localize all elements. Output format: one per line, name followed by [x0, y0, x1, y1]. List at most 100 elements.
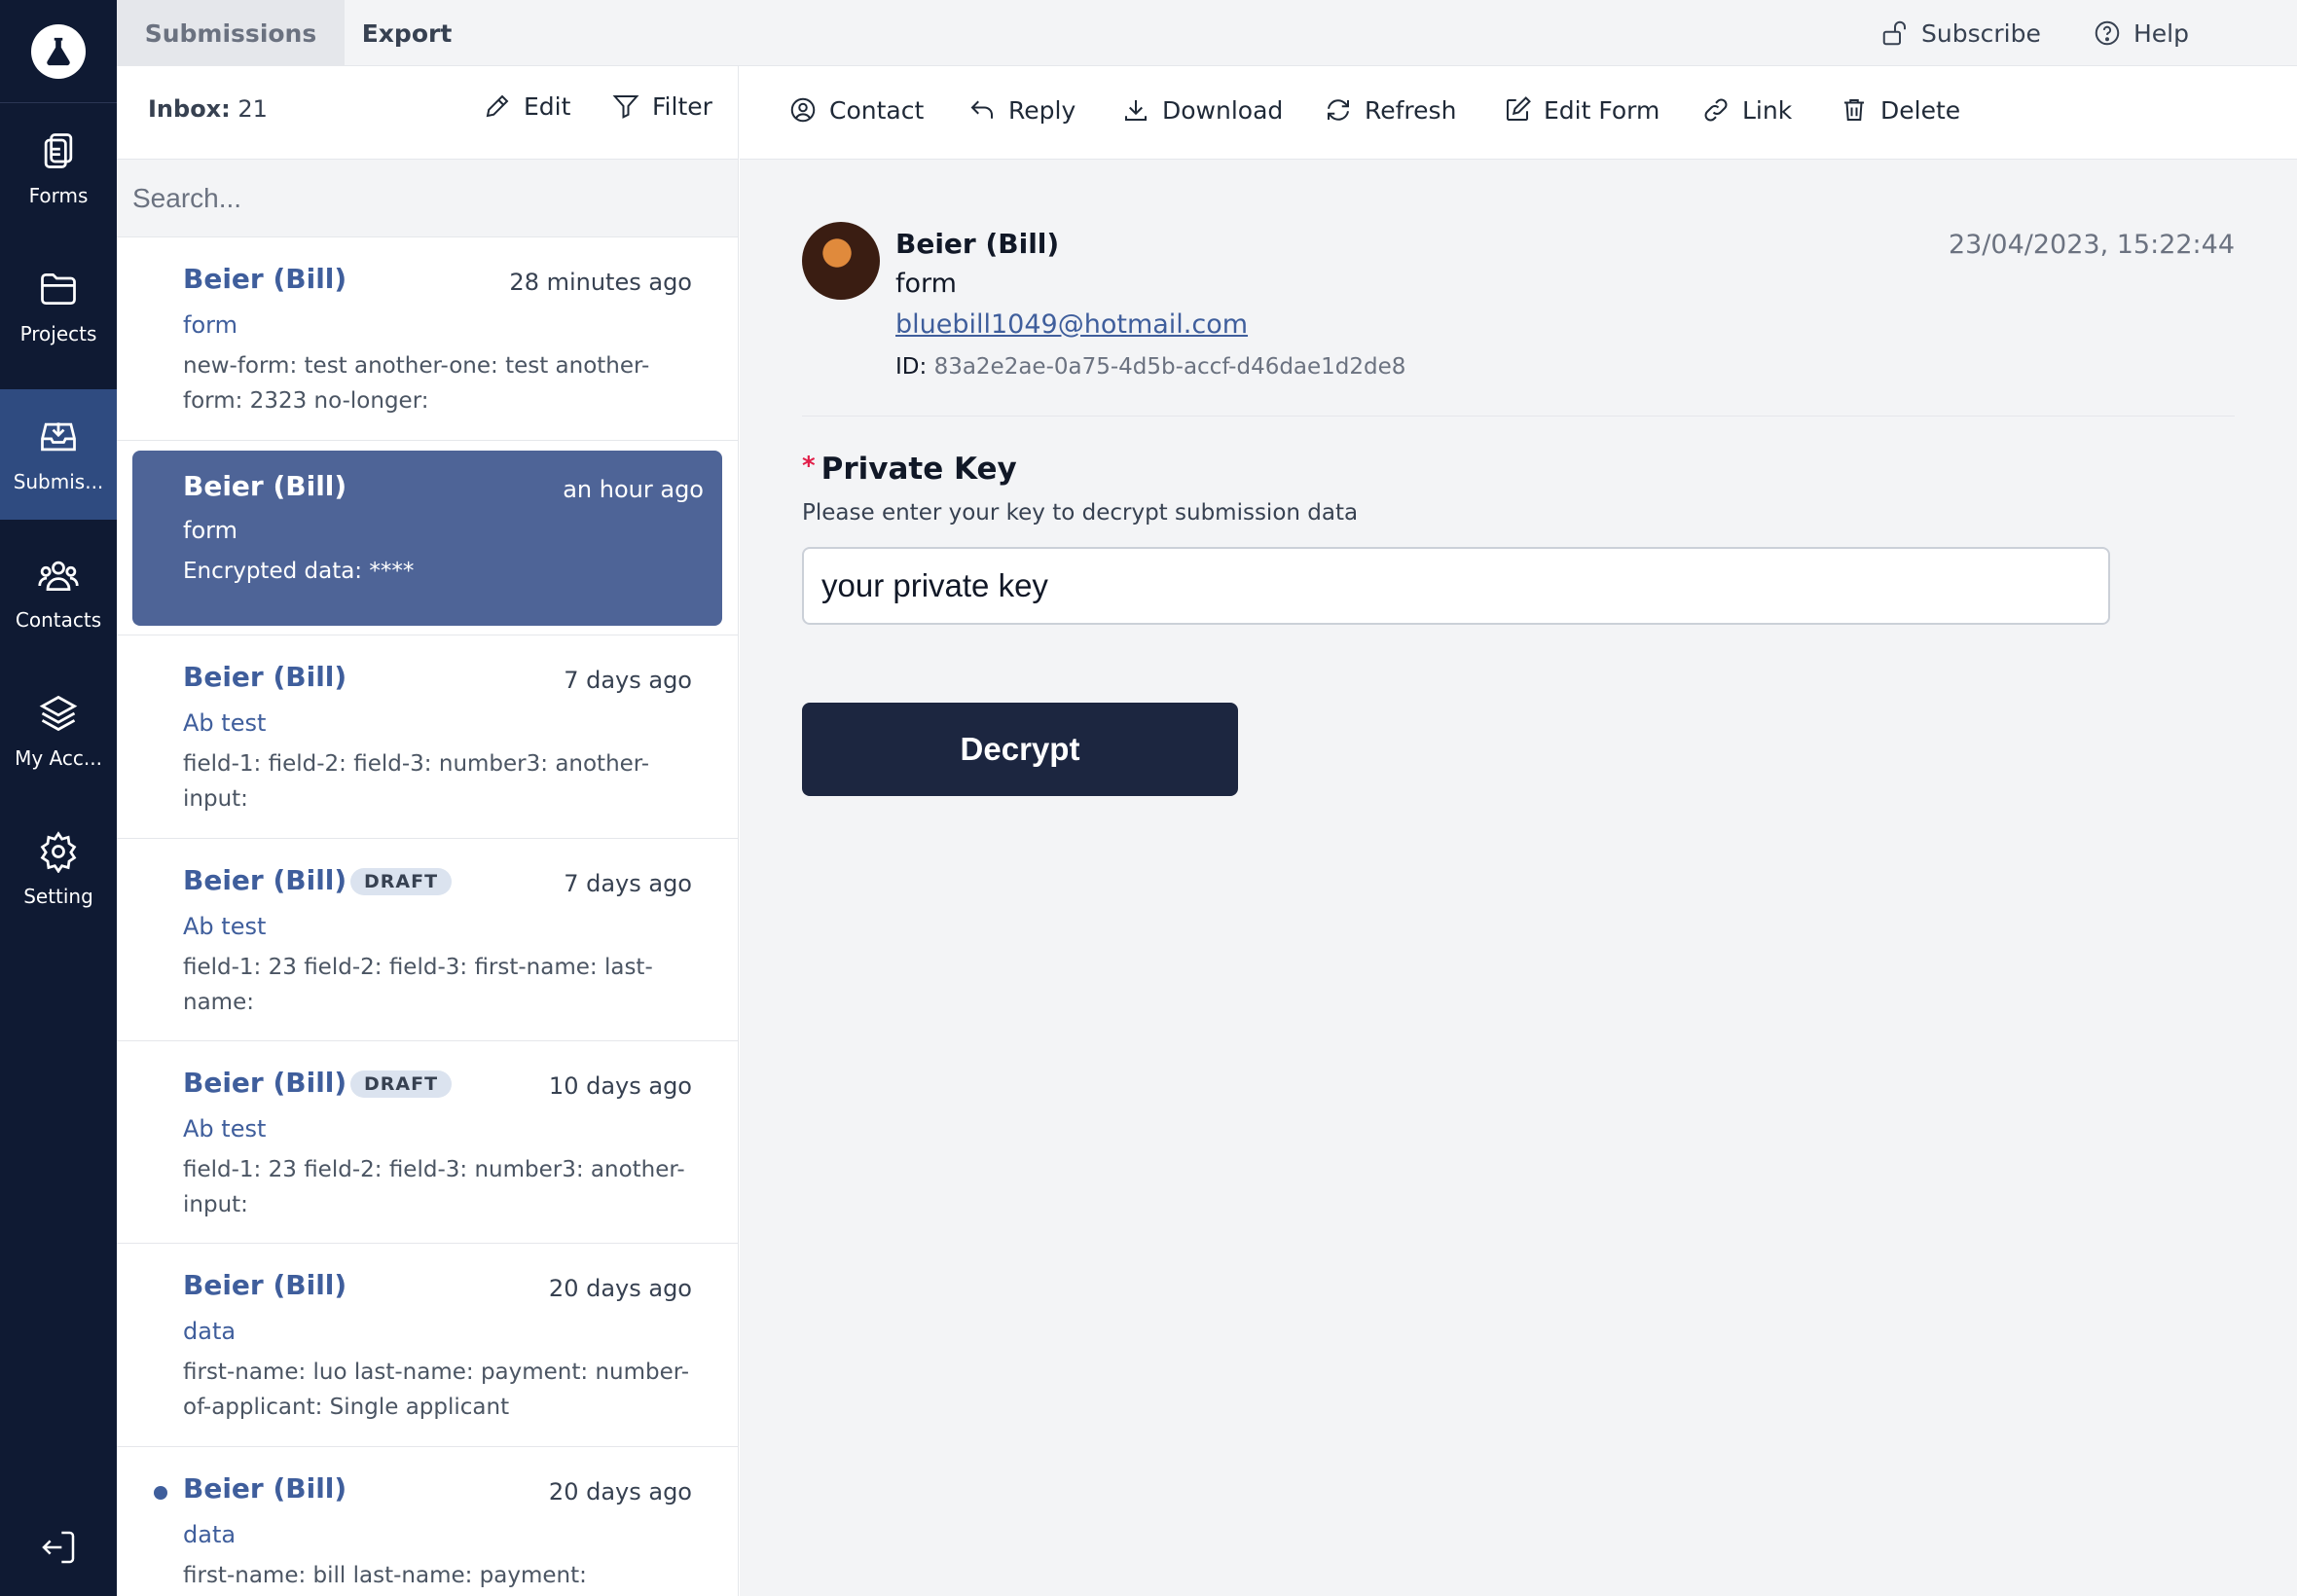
list-item[interactable]: Beier (Bill) 28 minutes ago form new-for… — [117, 237, 738, 441]
delete-button[interactable]: Delete — [1840, 95, 1960, 125]
edit-form-button[interactable]: Edit Form — [1503, 95, 1659, 125]
edit-label: Edit — [524, 91, 571, 121]
item-name: Beier (Bill) — [183, 1067, 347, 1099]
nav-projects[interactable]: Projects — [0, 241, 117, 372]
submission-date: 23/04/2023, 15:22:44 — [1948, 230, 2235, 260]
subscribe-label: Subscribe — [1921, 18, 2041, 48]
clipboard-icon — [44, 133, 73, 168]
search-input[interactable] — [117, 160, 738, 236]
help-label: Help — [2133, 18, 2189, 48]
folder-icon — [41, 272, 76, 306]
download-icon — [1125, 100, 1147, 121]
list-item[interactable]: Beier (Bill) DRAFT 10 days ago Ab test f… — [117, 1041, 738, 1244]
link-icon — [1704, 98, 1728, 122]
refresh-icon — [1328, 99, 1349, 121]
user-circle-icon — [790, 97, 816, 123]
nav-forms-label: Forms — [28, 184, 89, 207]
item-time: 10 days ago — [548, 1072, 692, 1100]
list-item-selected[interactable]: Beier (Bill) an hour ago form Encrypted … — [117, 441, 738, 635]
item-form: Ab test — [183, 709, 267, 737]
logout-button[interactable] — [0, 1518, 117, 1577]
contact-label: Contact — [829, 95, 925, 125]
nav-forms[interactable]: Forms — [0, 103, 117, 234]
help-button[interactable]: Help — [2093, 0, 2189, 66]
private-key-input[interactable] — [802, 547, 2110, 625]
item-time: an hour ago — [563, 476, 704, 503]
submission-detail: Beier (Bill) form bluebill1049@hotmail.c… — [740, 160, 2297, 1596]
nav-my-account-label: My Acc... — [15, 746, 102, 770]
nav-submissions[interactable]: Submis... — [0, 389, 117, 520]
subscribe-button[interactable]: Subscribe — [1880, 0, 2041, 66]
edit-form-label: Edit Form — [1544, 95, 1660, 125]
top-bar: Submissions Export Subscribe Help — [117, 0, 2297, 66]
item-name: Beier (Bill) — [183, 1269, 347, 1301]
link-label: Link — [1742, 95, 1793, 125]
draft-badge: DRAFT — [350, 868, 453, 895]
list-item[interactable]: Beier (Bill) DRAFT 7 days ago Ab test fi… — [117, 839, 738, 1041]
nav-submissions-label: Submis... — [13, 470, 104, 493]
reply-icon — [970, 100, 993, 119]
filter-button[interactable]: Filter — [611, 91, 712, 121]
avatar — [802, 222, 880, 300]
submitter-email-link[interactable]: bluebill1049@hotmail.com — [895, 309, 1248, 340]
item-form: data — [183, 1318, 237, 1345]
app-logo[interactable] — [0, 0, 117, 103]
item-summary: field-1: field-2: field-3: number3: anot… — [183, 751, 650, 812]
item-name: Beier (Bill) — [183, 1472, 347, 1505]
refresh-button[interactable]: Refresh — [1324, 95, 1456, 125]
tab-submissions[interactable]: Submissions — [117, 0, 345, 66]
trash-icon — [1844, 99, 1864, 121]
list-item[interactable]: Beier (Bill) 7 days ago Ab test field-1:… — [117, 635, 738, 839]
pencil-icon — [486, 94, 509, 118]
inbox-number: 21 — [237, 95, 268, 123]
help-icon — [2095, 20, 2120, 46]
submission-form-name: form — [895, 269, 957, 299]
filter-icon — [612, 95, 639, 119]
item-form: form — [183, 517, 237, 544]
link-button[interactable]: Link — [1701, 95, 1792, 125]
sidebar: Forms Projects Submis... Contacts My Acc… — [0, 0, 117, 1596]
item-form: Ab test — [183, 1115, 267, 1143]
inbox-download-icon — [41, 422, 76, 452]
edit-button[interactable]: Edit — [483, 91, 570, 121]
item-time: 28 minutes ago — [509, 269, 692, 296]
nav-setting-label: Setting — [23, 885, 93, 908]
submission-list-panel: Inbox: 21 Edit Filter Beier (Bill) 28 mi… — [117, 66, 739, 1596]
submission-id-value: 83a2e2ae-0a75-4d5b-accf-d46dae1d2de8 — [933, 354, 1406, 380]
decrypt-button[interactable]: Decrypt — [802, 703, 1238, 796]
nav-projects-label: Projects — [19, 322, 97, 345]
submitter-name: Beier (Bill) — [895, 228, 1060, 260]
submission-id-label: ID: — [895, 354, 928, 380]
item-summary: Encrypted data: **** — [183, 559, 415, 584]
private-key-label: * Private Key — [802, 452, 1017, 487]
item-summary: new-form: test another-one: test another… — [183, 353, 650, 414]
nav-setting[interactable]: Setting — [0, 804, 117, 934]
item-time: 20 days ago — [548, 1275, 692, 1302]
layers-icon — [39, 695, 78, 732]
draft-badge: DRAFT — [350, 1070, 453, 1098]
inbox-count: Inbox: 21 — [148, 95, 268, 123]
inbox-label: Inbox: — [148, 95, 231, 123]
list-item[interactable]: Beier (Bill) 20 days ago data first-name… — [117, 1447, 738, 1596]
item-name: Beier (Bill) — [183, 661, 347, 693]
refresh-label: Refresh — [1365, 95, 1457, 125]
users-icon — [38, 561, 79, 592]
gear-icon — [40, 831, 77, 873]
nav-contacts[interactable]: Contacts — [0, 527, 117, 658]
list-item[interactable]: Beier (Bill) 20 days ago data first-name… — [117, 1244, 738, 1447]
item-summary: first-name: luo last-name: payment: numb… — [183, 1360, 690, 1420]
search-bar — [117, 160, 738, 237]
logout-icon — [42, 1531, 75, 1564]
download-button[interactable]: Download — [1121, 95, 1283, 125]
filter-label: Filter — [652, 91, 712, 121]
flask-icon — [31, 23, 86, 79]
tab-export[interactable]: Export — [345, 0, 469, 66]
item-form: data — [183, 1521, 237, 1548]
reply-button[interactable]: Reply — [967, 95, 1076, 125]
reply-label: Reply — [1008, 95, 1076, 125]
nav-my-account[interactable]: My Acc... — [0, 666, 117, 796]
item-summary: field-1: 23 field-2: field-3: number3: a… — [183, 1157, 685, 1217]
item-time: 7 days ago — [564, 667, 692, 694]
contact-button[interactable]: Contact — [788, 95, 924, 125]
action-bar: Contact Reply Download Refresh Edit Form… — [740, 66, 2297, 160]
